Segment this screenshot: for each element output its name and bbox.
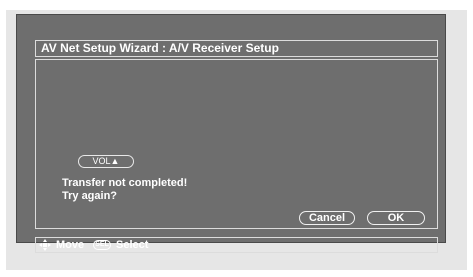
retry-prompt: Try again? — [62, 190, 118, 202]
content-panel — [35, 59, 438, 229]
ok-button[interactable]: OK — [367, 211, 425, 225]
cancel-button[interactable]: Cancel — [299, 211, 355, 225]
four-way-arrow-icon — [39, 239, 51, 251]
vol-up-button[interactable]: VOL▲ — [78, 155, 134, 168]
error-message: Transfer not completed! — [62, 177, 188, 189]
select-label: Select — [116, 239, 149, 251]
wizard-title: AV Net Setup Wizard : A/V Receiver Setup — [35, 40, 438, 57]
sel-key-icon: SEL — [93, 240, 111, 250]
move-label: Move — [56, 239, 85, 251]
status-bar: Move SEL Select — [35, 237, 438, 253]
